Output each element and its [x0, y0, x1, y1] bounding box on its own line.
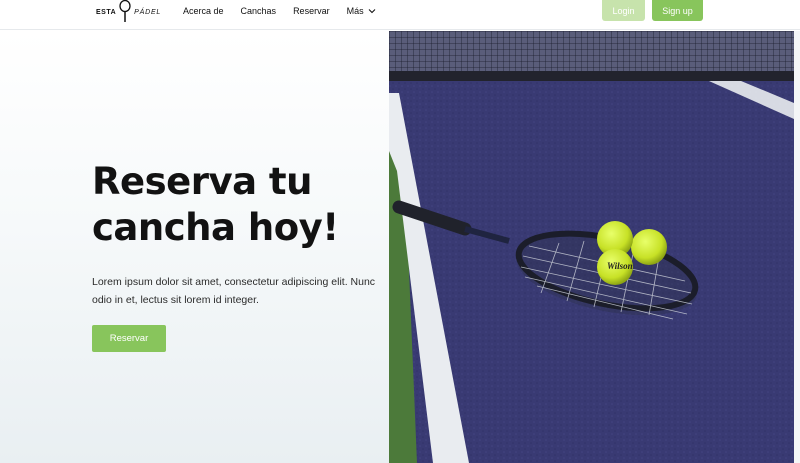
nav-link-canchas[interactable]: Canchas	[241, 5, 277, 17]
hero-title-line1: Reserva tu	[92, 160, 312, 203]
page-edge	[794, 31, 800, 463]
nav-link-reservar[interactable]: Reservar	[293, 5, 330, 17]
reservar-button[interactable]: Reservar	[92, 325, 166, 352]
main-nav: Acerca de Canchas Reservar Más	[183, 5, 376, 17]
nav-link-acerca[interactable]: Acerca de	[183, 5, 224, 17]
racket-logo-icon	[119, 0, 131, 22]
login-button[interactable]: Login	[602, 0, 645, 21]
signup-button[interactable]: Sign up	[652, 0, 703, 21]
hero-description: Lorem ipsum dolor sit amet, consectetur …	[92, 276, 376, 306]
logo[interactable]: ESTA PÁDEL	[96, 0, 162, 24]
hero-image: Wilson	[389, 31, 794, 463]
nav-link-mas[interactable]: Más	[347, 5, 376, 17]
logo-text-left: ESTA	[96, 8, 117, 16]
logo-text-right: PÁDEL	[134, 8, 162, 16]
chevron-down-icon	[368, 9, 375, 14]
navbar: ESTA PÁDEL Acerca de Canchas Reservar Má…	[0, 0, 800, 30]
hero-title-line2: cancha hoy!	[92, 206, 339, 249]
nav-link-mas-label: Más	[346, 6, 364, 16]
ball-logo-text: Wilson	[607, 261, 633, 271]
hero-title: Reserva tu cancha hoy!	[92, 159, 382, 251]
